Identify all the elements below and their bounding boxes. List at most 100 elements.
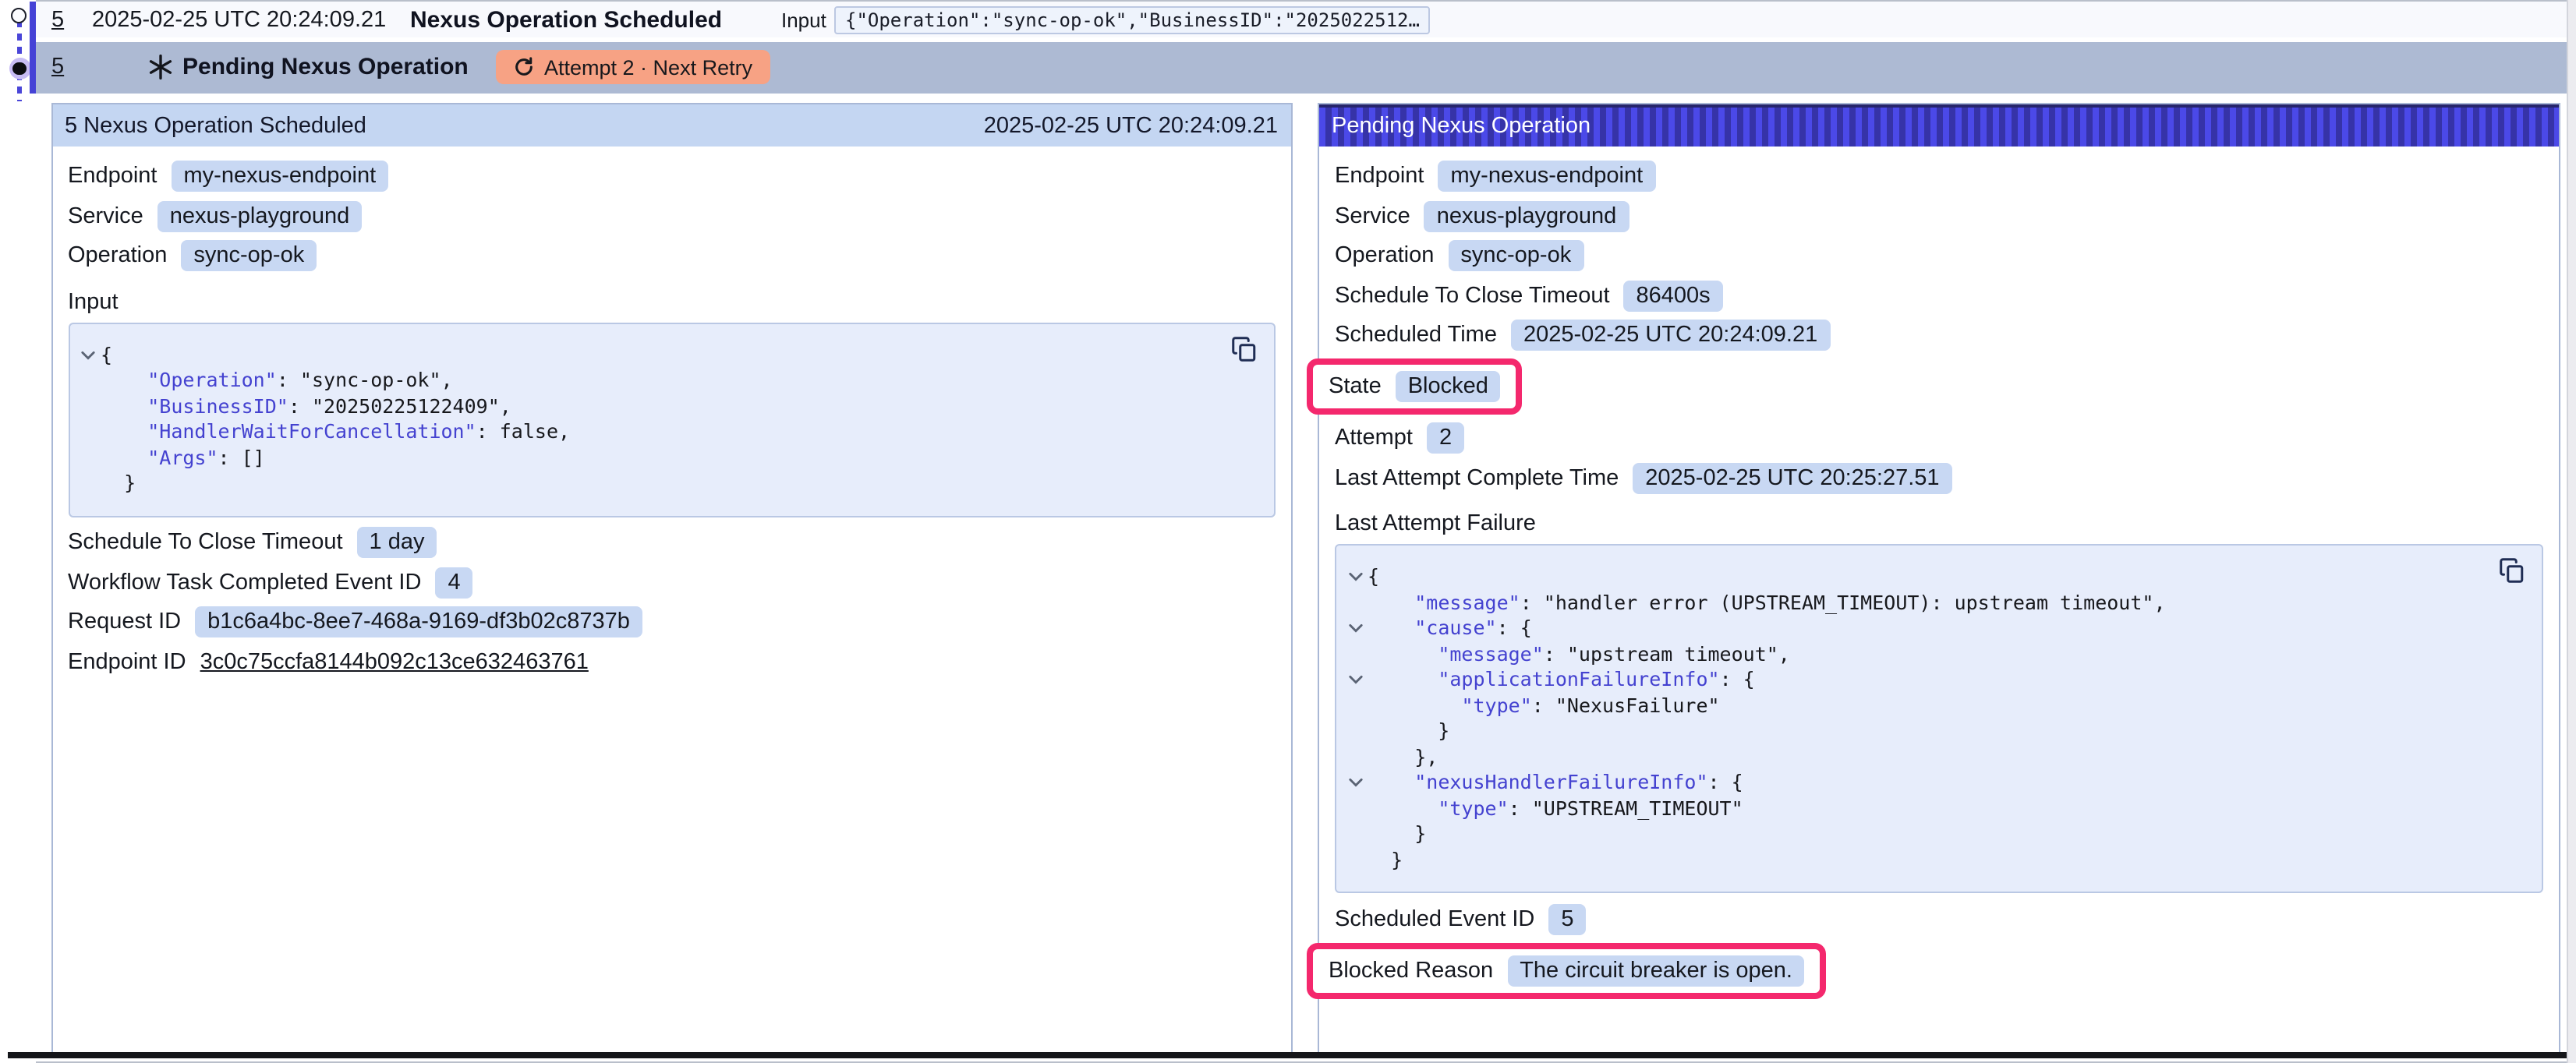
json-line: { <box>76 342 1261 368</box>
endpoint-id-link[interactable]: 3c0c75ccfa8144b092c13ce632463761 <box>200 649 589 674</box>
collapse-chevron-icon[interactable] <box>76 342 101 368</box>
scrollbar-track[interactable] <box>2566 0 2576 1063</box>
copy-icon <box>2498 566 2526 589</box>
pending-panel-header: Pending Nexus Operation <box>1319 104 2559 147</box>
field-label: Operation <box>1335 243 1434 268</box>
field-row: Service nexus-playground <box>1335 200 2543 232</box>
field-value-chip: nexus-playground <box>1424 200 1629 231</box>
json-line: "message": "upstream timeout", <box>1343 641 2529 667</box>
field-row: Service nexus-playground <box>68 200 1275 232</box>
field-row: Schedule To Close Timeout 86400s <box>1335 279 2543 312</box>
field-label: Operation <box>68 243 167 268</box>
json-line: }, <box>1343 744 2529 770</box>
field-value-chip: 5 <box>1548 903 1586 934</box>
field-row: Operation sync-op-ok <box>1335 239 2543 272</box>
field-value-chip: b1c6a4bc-8ee7-468a-9169-df3b02c8737b <box>195 606 642 637</box>
field-label: Endpoint ID <box>68 649 186 674</box>
field-row: Endpoint my-nexus-endpoint <box>68 160 1275 192</box>
field-value-chip: nexus-playground <box>157 200 363 231</box>
field-label: Scheduled Event ID <box>1335 906 1534 931</box>
json-line: } <box>1343 821 2529 847</box>
json-line: "BusinessID": "20250225122409", <box>76 394 1261 419</box>
field-value-chip: sync-op-ok <box>1448 240 1583 271</box>
field-label: Schedule To Close Timeout <box>1335 283 1610 308</box>
collapse-chevron-icon[interactable] <box>1343 770 1368 796</box>
selected-event-accent-bar <box>29 2 35 93</box>
retry-badge: Attempt 2 · Next Retry <box>496 50 770 84</box>
json-line: "applicationFailureInfo": { <box>1343 667 2529 693</box>
json-line: } <box>1343 847 2529 873</box>
field-row: Schedule To Close Timeout1 day <box>68 526 1275 559</box>
json-line: "cause": { <box>1343 616 2529 641</box>
json-line: { <box>1343 564 2529 590</box>
json-line: "Args": [] <box>76 445 1261 471</box>
field-value-chip: Blocked <box>1396 371 1501 402</box>
section-label: Last Attempt Failure <box>1335 510 2543 538</box>
copy-button[interactable] <box>1228 334 1259 366</box>
field-label: Scheduled Time <box>1335 323 1497 348</box>
retry-badge-label: Attempt 2 · Next Retry <box>544 55 752 79</box>
event-row-pending[interactable]: 5 Pending Nexus Operation Attempt 2 · Ne… <box>36 41 2567 93</box>
json-line: "nexusHandlerFailureInfo": { <box>1343 770 2529 796</box>
field-value-chip: 2 <box>1427 422 1464 454</box>
field-value-chip: 2025-02-25 UTC 20:25:27.51 <box>1633 462 1951 493</box>
field-value-chip: sync-op-ok <box>181 240 317 271</box>
collapse-chevron-icon[interactable] <box>1343 667 1368 693</box>
panel-header: 5 Nexus Operation Scheduled 2025-02-25 U… <box>52 104 1290 147</box>
field-label: Request ID <box>68 609 181 634</box>
event-title: Nexus Operation Scheduled <box>410 6 722 33</box>
event-detail-label: Input <box>781 8 826 31</box>
field-label: Service <box>1335 203 1410 228</box>
asterisk-pending-icon <box>148 55 173 79</box>
field-row: Workflow Task Completed Event ID 4 <box>68 566 1275 599</box>
highlight-annotation: Blocked Reason The circuit breaker is ope… <box>1307 942 1827 998</box>
timeline-rail <box>0 0 36 1063</box>
field-value-chip: my-nexus-endpoint <box>1438 161 1656 192</box>
panel-timestamp: 2025-02-25 UTC 20:24:09.21 <box>984 113 1278 138</box>
field-row: Endpoint ID 3c0c75ccfa8144b092c13ce632463… <box>68 645 1275 678</box>
field-label: Blocked Reason <box>1329 958 1493 983</box>
field-row: Blocked ReasonThe circuit breaker is ope… <box>1335 942 2543 998</box>
event-id-link[interactable]: 5 <box>51 7 64 32</box>
field-label: Last Attempt Complete Time <box>1335 465 1619 490</box>
field-row: Scheduled Event ID 5 <box>1335 902 2543 935</box>
input-json: { "Operation": "sync-op-ok", "BusinessID… <box>68 322 1275 517</box>
event-title: Pending Nexus Operation <box>182 54 469 80</box>
field-value-chip: 2025-02-25 UTC 20:24:09.21 <box>1511 320 1830 351</box>
field-label: Service <box>68 203 143 228</box>
panel-title: Pending Nexus Operation <box>1332 113 1591 138</box>
field-row: Endpointmy-nexus-endpoint <box>1335 160 2543 192</box>
field-value-chip: 1 day <box>357 527 437 558</box>
copy-button[interactable] <box>2496 556 2528 588</box>
json-line: "type": "UPSTREAM_TIMEOUT" <box>1343 796 2529 821</box>
collapse-chevron-icon[interactable] <box>1343 564 1368 590</box>
json-line: "type": "NexusFailure" <box>1343 693 2529 719</box>
json-line: "message": "handler error (UPSTREAM_TIME… <box>1343 590 2529 616</box>
field-label: Attempt <box>1335 426 1413 450</box>
collapse-chevron-icon[interactable] <box>1343 616 1368 641</box>
field-value-chip: 86400s <box>1624 280 1723 311</box>
field-row: StateBlocked <box>1335 358 2543 415</box>
field-label: State <box>1329 374 1382 399</box>
field-value-chip: my-nexus-endpoint <box>172 161 389 192</box>
json-line: } <box>76 471 1261 496</box>
json-line: "HandlerWaitForCancellation": false, <box>76 419 1261 445</box>
retry-icon <box>513 56 535 78</box>
event-timestamp: 2025-02-25 UTC 20:24:09.21 <box>92 7 386 32</box>
panel-title: 5 Nexus Operation Scheduled <box>65 113 366 138</box>
pending-operation-panel: Pending Nexus Operation Endpointmy-nexus… <box>1318 103 2560 1054</box>
field-label: Endpoint <box>68 164 157 189</box>
last-attempt-failure-json: { "message": "handler error (UPSTREAM_TI… <box>1335 544 2543 893</box>
field-row: Request ID b1c6a4bc-8ee7-468a-9169-df3b02… <box>68 606 1275 638</box>
section-label: Input <box>68 288 1275 316</box>
field-label: Workflow Task Completed Event ID <box>68 570 421 595</box>
group-bottom-divider <box>8 1052 2567 1058</box>
event-row-scheduled[interactable]: 5 2025-02-25 UTC 20:24:09.21 Nexus Opera… <box>36 2 2567 37</box>
field-row: Operation sync-op-ok <box>68 239 1275 272</box>
json-line: "Operation": "sync-op-ok", <box>76 368 1261 394</box>
field-value-chip: The circuit breaker is open. <box>1507 955 1805 986</box>
field-value-chip: 4 <box>435 567 472 598</box>
event-id-link[interactable]: 5 <box>51 55 64 79</box>
event-marker-open-icon <box>11 8 27 23</box>
field-row: Scheduled Time 2025-02-25 UTC 20:24:09.21 <box>1335 319 2543 351</box>
